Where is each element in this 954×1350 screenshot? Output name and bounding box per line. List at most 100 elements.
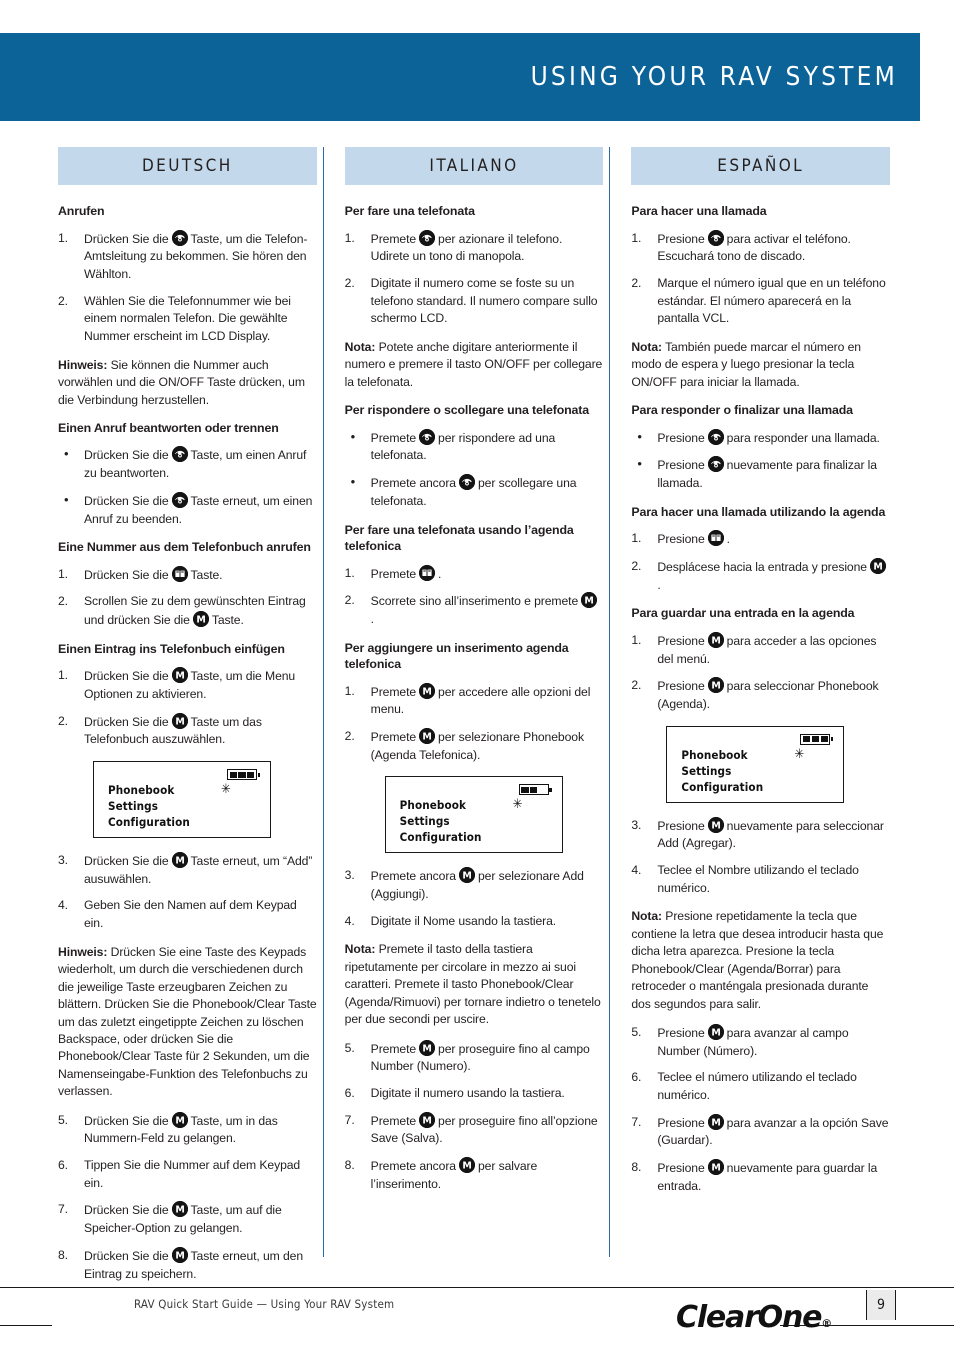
list-item: 1. Premete per azionare il telefono. Udire… (345, 229, 604, 266)
list-item: 2. Digitate il numero come se foste su un… (345, 275, 604, 328)
column-body-deutsch: Anrufen 1. Drücken Sie die Taste, um die Te… (58, 203, 317, 1283)
section-heading: Para responder o finalizar una llamada (631, 403, 853, 418)
lcd-menu-label: Configuration (399, 830, 482, 845)
bulleted-list: • Drücken Sie die Taste, um einen Anruf zu… (58, 446, 317, 528)
step-number: 5. (631, 1025, 642, 1039)
lcd-menu-item: Phonebook ✳ (400, 797, 549, 813)
bullet-marker: • (637, 428, 642, 444)
list-item-text-cont: . (370, 611, 374, 626)
lcd-menu-label: Configuration (108, 815, 190, 829)
step-number: 2. (58, 713, 68, 728)
step-number: 4. (344, 913, 355, 928)
phone-icon (707, 229, 724, 246)
battery-icon (800, 733, 834, 745)
note-text: Premete il tasto della tastiera ripetuta… (344, 942, 601, 1027)
svg-text:M: M (462, 871, 471, 882)
page-number: 9 (876, 1297, 885, 1313)
phonebook-icon (171, 565, 188, 582)
lcd-screen-figure: Phonebook ✳ Settings Configuration (666, 725, 845, 803)
svg-text:M: M (196, 615, 205, 626)
step-number: 5. (344, 1040, 355, 1055)
step-number: 2. (344, 728, 355, 743)
column-body-italiano: Per fare una telefonata 1. Premete per azio… (345, 203, 604, 1193)
list-item: • Presione nuevamente para finalizar la ll… (631, 456, 890, 492)
section-heading: Eine Nummer aus dem Telefonbuch anrufen (58, 540, 311, 555)
numbered-step-list: 1. Premete. 2. Scorrete sino all’inseriment… (345, 564, 604, 629)
list-item-text: Premete ancora (370, 476, 456, 491)
lcd-menu-label: Settings (108, 799, 159, 813)
list-item: 6. Tippen Sie die Nummer auf dem Keypad e… (58, 1157, 317, 1192)
lcd-menu-item: Phonebook ✳ (681, 747, 830, 763)
list-item: 7. Drücken Sie die M Taste, um auf die Spei… (58, 1201, 317, 1237)
phone-icon (707, 428, 724, 445)
footer-caption: RAV Quick Start Guide — Using Your RAV S… (134, 1297, 395, 1311)
menu-icon: M (171, 1201, 188, 1218)
list-item: 1. Drücken Sie die M Taste, um die Menu Opt… (58, 667, 317, 703)
list-item-text: Premete (370, 729, 417, 744)
menu-icon: M (171, 852, 188, 868)
list-item-text: Premete (370, 684, 417, 699)
list-item-text: Presione (657, 458, 705, 473)
section-heading: Para hacer una llamada utilizando la age… (631, 504, 886, 519)
language-label: DEUTSCH (141, 156, 233, 176)
menu-icon: M (419, 1111, 436, 1128)
footer-rule (0, 1287, 954, 1289)
battery-icon (227, 769, 260, 780)
step-number: 2. (631, 559, 642, 573)
list-item: 6. Digitate il numero usando la tastiera. (345, 1085, 604, 1103)
phonebook-icon (707, 530, 724, 547)
note-paragraph: Nota: También puede marcar el número en … (631, 339, 890, 391)
menu-icon: M (458, 1157, 475, 1173)
phonebook-icon (419, 564, 436, 581)
list-item: 1. Premete Mper accedere alle opzioni del … (344, 682, 604, 719)
lcd-menu-label: Configuration (681, 779, 764, 794)
step-number: 8. (344, 1158, 355, 1172)
lcd-menu-label: Settings (399, 814, 450, 829)
svg-text:M: M (175, 716, 184, 727)
numbered-step-list: 1. Premete per azionare il telefono. Udire… (345, 229, 604, 328)
language-header-deutsch: DEUTSCH (58, 147, 317, 185)
note-text: Drücken Sie eine Taste des Keypads wiede… (58, 944, 317, 1099)
menu-icon: M (419, 682, 436, 699)
bullet-marker: • (350, 428, 356, 444)
bullet-marker: • (64, 446, 69, 462)
menu-icon: M (171, 667, 188, 684)
list-item: • Drücken Sie die Taste, um einen Anruf zu… (58, 446, 317, 482)
column-divider-1 (322, 147, 324, 1257)
svg-text:M: M (584, 596, 593, 607)
list-item-text: Drücken Sie die (84, 231, 169, 246)
list-item-text: Drücken Sie die (84, 854, 169, 868)
svg-text:M: M (175, 1115, 184, 1126)
list-item: • Premete per rispondere ad una telefonata… (345, 428, 604, 465)
list-item: 5. Premete Mper proseguire fino al campo N… (344, 1039, 604, 1076)
numbered-step-list: 3. Drücken Sie die M Taste erneut, um “Add”… (58, 852, 317, 933)
svg-text:M: M (711, 1163, 720, 1174)
section-heading: Einen Anruf beantworten oder trennen (58, 420, 279, 435)
numbered-step-list: 1. Drücken Sie die Taste. 2. Scrollen Sie zu… (58, 565, 317, 630)
numbered-step-list: 3. Premete ancora Mper selezionare Add (Ag… (345, 867, 604, 930)
logo-wordmark: ClearOne (676, 1300, 822, 1335)
lcd-selection-asterisk: ✳ (512, 797, 523, 813)
step-number: 3. (344, 868, 355, 883)
lcd-menu-item: Phonebook ✳ (108, 782, 257, 798)
lcd-menu-label: Phonebook (399, 798, 467, 813)
list-item: 2. Scrollen Sie zu dem gewünschten Eintra… (58, 593, 317, 629)
note-label: Hinweis: (58, 944, 108, 959)
lcd-menu-label: Settings (681, 763, 732, 778)
section-heading: Anrufen (58, 204, 105, 218)
menu-icon: M (581, 592, 598, 609)
step-number: 4. (631, 863, 642, 877)
list-item-text: Digitate il numero come se foste su un t… (370, 275, 598, 326)
section-heading: Einen Eintrag ins Telefonbuch einfügen (58, 641, 285, 656)
step-number: 1. (344, 683, 355, 698)
section-heading: Para guardar una entrada en la agenda (631, 606, 855, 621)
list-item: 8. Drücken Sie die M Taste erneut, um den E… (58, 1246, 317, 1283)
note-paragraph: Nota: Presione repetidamente la tecla qu… (631, 908, 890, 1013)
menu-icon: M (707, 677, 724, 694)
list-item-text-cont: Taste. (211, 613, 244, 628)
note-label: Nota: (631, 339, 662, 354)
step-number: 1. (631, 632, 642, 647)
list-item-text: Presione (657, 430, 705, 445)
svg-text:M: M (711, 681, 720, 692)
list-item-text: Digitate il numero usando la tastiera. (370, 1085, 565, 1100)
